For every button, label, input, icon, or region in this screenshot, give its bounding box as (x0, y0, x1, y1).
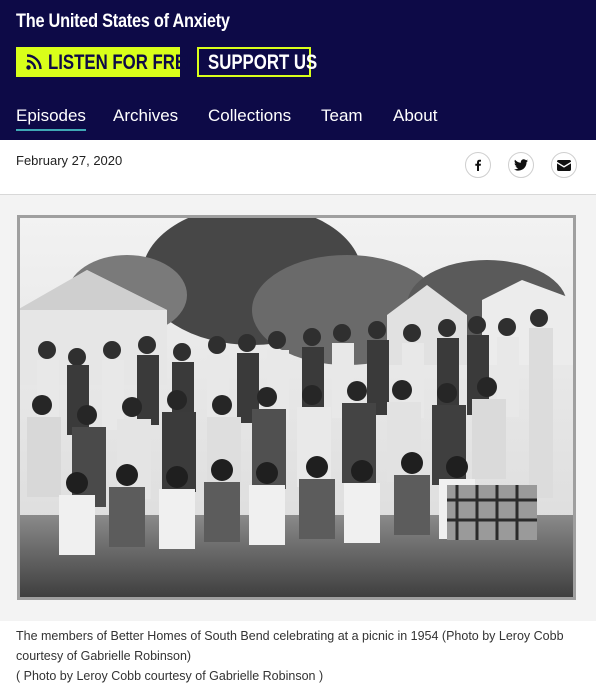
nav-item-collections[interactable]: Collections (208, 106, 291, 126)
support-us-label: SUPPORT US (208, 51, 318, 74)
nav-item-episodes[interactable]: Episodes (16, 106, 86, 131)
support-us-button[interactable]: SUPPORT US (197, 47, 317, 77)
nav-item-team[interactable]: Team (321, 106, 363, 126)
rss-icon (26, 54, 42, 70)
main-nav: Episodes Archives Collections Team About (0, 106, 596, 136)
share-facebook-button[interactable] (465, 152, 491, 178)
photo-credit: ( Photo by Leroy Cobb courtesy of Gabrie… (16, 669, 324, 683)
photo-container (0, 195, 596, 621)
publish-date: February 27, 2020 (16, 153, 123, 168)
site-header: The United States of Anxiety LISTEN FOR … (0, 0, 596, 140)
facebook-icon (475, 159, 481, 171)
listen-for-free-label: LISTEN FOR FREE (48, 51, 198, 74)
photo-caption: The members of Better Homes of South Ben… (16, 629, 564, 663)
nav-item-archives[interactable]: Archives (113, 106, 178, 126)
twitter-icon (514, 159, 528, 171)
group-photo[interactable] (17, 215, 576, 600)
listen-for-free-button[interactable]: LISTEN FOR FREE (16, 47, 197, 77)
share-twitter-button[interactable] (508, 152, 534, 178)
nav-item-about[interactable]: About (393, 106, 437, 126)
share-email-button[interactable] (551, 152, 577, 178)
show-title[interactable]: The United States of Anxiety (16, 11, 230, 33)
email-icon (557, 159, 571, 171)
picnic-photo-illustration (17, 215, 576, 600)
